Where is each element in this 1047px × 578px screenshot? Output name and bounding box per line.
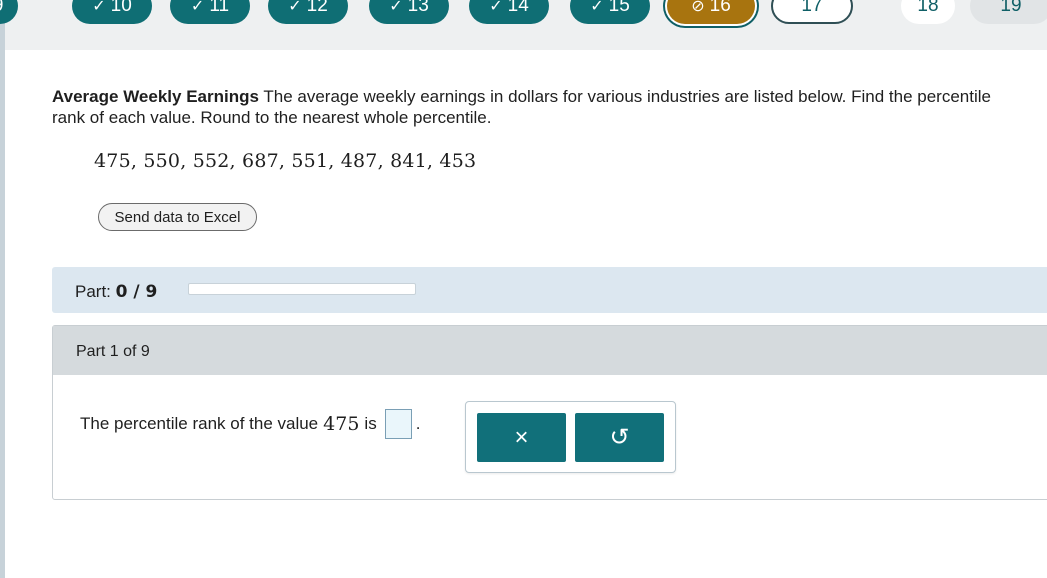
question-nav-number: 10 — [110, 0, 132, 16]
answer-tools-panel: × ↺ — [465, 401, 676, 473]
undo-button[interactable]: ↺ — [575, 413, 664, 462]
question-nav-number: 14 — [507, 0, 529, 16]
undo-icon: ↺ — [609, 424, 630, 451]
question-period: . — [415, 414, 421, 433]
part-progress-label: Part: 0 / 9 — [75, 282, 157, 302]
question-nav-17[interactable]: 17 — [771, 0, 853, 24]
problem-title: Average Weekly Earnings — [52, 87, 259, 106]
data-values: 475, 550, 552, 687, 551, 487, 841, 453 — [94, 150, 477, 172]
part-progress-count: 0 / 9 — [115, 282, 158, 302]
question-nav-number: 17 — [801, 0, 823, 16]
question-nav-number: 11 — [209, 0, 230, 16]
question-nav-19[interactable]: 19 — [970, 0, 1047, 24]
question-nav-14[interactable]: ✓ 14 — [469, 0, 549, 24]
check-icon: ✓ — [389, 0, 403, 15]
question-nav-13[interactable]: ✓ 13 — [369, 0, 449, 24]
question-nav-number: 9 — [0, 0, 3, 17]
question-nav-number: 15 — [608, 0, 630, 16]
part-header-text: Part 1 of 9 — [76, 343, 150, 360]
question-suffix: is — [364, 414, 377, 433]
check-icon: ✓ — [489, 0, 503, 15]
question-nav-15[interactable]: ✓ 15 — [570, 0, 650, 24]
question-nav-10[interactable]: ✓ 10 — [72, 0, 152, 24]
check-icon: ✓ — [288, 0, 302, 15]
question-nav-number: 19 — [1000, 0, 1022, 16]
problem-statement: Average Weekly Earnings The average week… — [52, 86, 1012, 128]
check-icon: ✓ — [190, 0, 205, 15]
answer-input[interactable] — [384, 409, 412, 439]
question-nav-12[interactable]: ✓ 12 — [268, 0, 348, 24]
question-nav-number: 12 — [306, 0, 328, 16]
question-prefix: The percentile rank of the value — [80, 414, 319, 433]
question-nav-9[interactable]: ✓9 — [0, 0, 18, 24]
left-edge-strip — [0, 0, 5, 578]
question-nav-number: 16 — [709, 0, 731, 16]
clear-button[interactable]: × — [477, 413, 566, 462]
question-line: The percentile rank of the value 475 is … — [80, 409, 420, 439]
send-to-excel-button[interactable]: Send data to Excel — [98, 203, 257, 231]
part-header: Part 1 of 9 — [53, 326, 1047, 375]
question-nav-18[interactable]: 18 — [901, 0, 955, 24]
question-value: 475 — [323, 413, 360, 435]
progress-track — [188, 283, 416, 295]
question-nav-number: 18 — [917, 0, 939, 16]
part-label: Part: — [75, 282, 111, 301]
question-nav-bar: ✓9 ✓ 10 ✓ 11 ✓ 12 ✓ 13 ✓ 14 ✓ 15 ⊘ 16 17 18 19 — [0, 0, 1047, 50]
question-nav-11[interactable]: ✓ 11 — [170, 0, 250, 24]
part-progress-bar: Part: 0 / 9 — [52, 267, 1047, 313]
check-icon: ✓ — [92, 0, 106, 15]
question-nav-number: 13 — [407, 0, 429, 16]
close-icon: × — [514, 423, 529, 451]
check-icon: ✓ — [590, 0, 604, 15]
in-progress-icon: ⊘ — [691, 0, 705, 15]
question-nav-16[interactable]: ⊘ 16 — [667, 0, 755, 24]
